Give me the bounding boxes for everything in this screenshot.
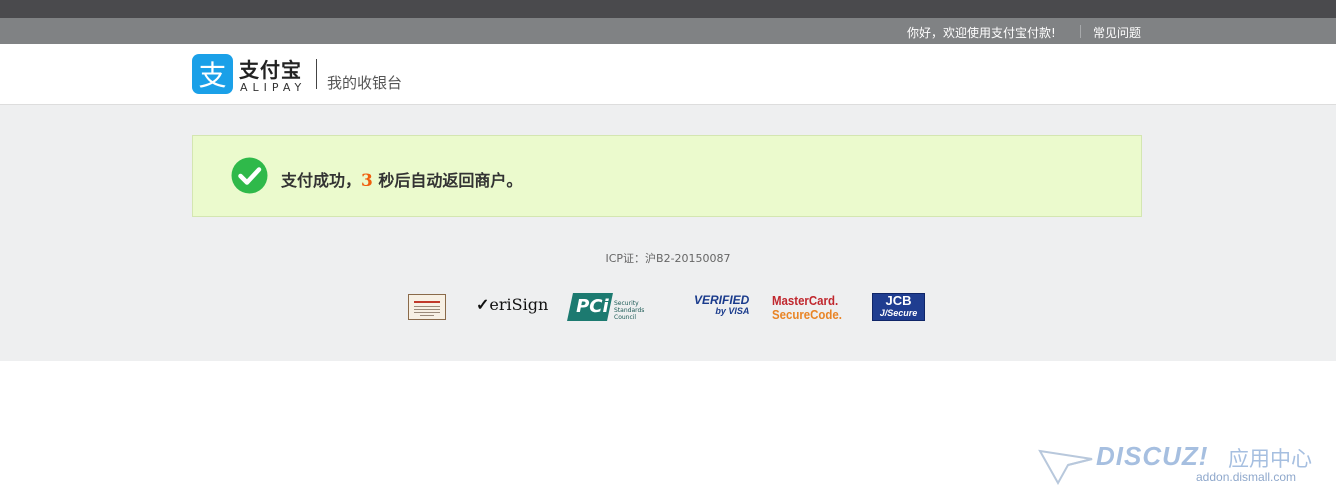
main-content: 支付成功，3 秒后自动返回商户。 ICP证：沪B2-20150087 ✓eriS… [0,105,1336,361]
security-badges: ✓eriSign PCi Security Standards Council … [0,292,1336,324]
svg-text:支: 支 [198,59,226,92]
page-subtitle: 我的收银台 [327,74,403,92]
watermark-brand: DISCUZ! [1096,441,1209,471]
paper-plane-icon [1038,449,1093,485]
countdown-number: 3 [361,171,373,191]
success-message-box: 支付成功，3 秒后自动返回商户。 [192,135,1142,217]
alipay-logo-icon[interactable]: 支 [192,54,233,94]
topbar-divider [1080,25,1081,38]
top-dark-strip [0,0,1336,18]
success-message: 支付成功，3 秒后自动返回商户。 [281,167,522,191]
alipay-logo-text: 支付宝 [239,58,302,82]
success-prefix: 支付成功， [281,171,362,190]
faq-link[interactable]: 常见问题 [1093,24,1141,41]
certificate-badge-icon [408,294,446,320]
alipay-logo-subtext: ALIPAY [240,81,307,94]
logo-divider [316,59,317,89]
watermark-cn: 应用中心 [1228,447,1312,471]
discuz-watermark: DISCUZ! 应用中心 addon.dismall.com [1038,441,1328,501]
greeting-text: 你好，欢迎使用支付宝付款! [907,26,1056,40]
verified-by-visa-badge: VERIFIED by VISA [694,293,750,316]
header: 支 支付宝 ALIPAY 我的收银台 [0,44,1336,105]
jcb-jsecure-badge: JCB J/Secure [872,293,925,321]
icp-license: ICP证：沪B2-20150087 [605,252,731,265]
watermark-url: addon.dismall.com [1196,470,1297,484]
success-suffix: 秒后自动返回商户。 [372,171,523,190]
top-nav-bar: 你好，欢迎使用支付宝付款! 常见问题 [0,18,1336,44]
verisign-badge: ✓eriSign [476,295,549,314]
success-check-icon [231,157,268,194]
mastercard-securecode-badge: MasterCard. SecureCode. [772,293,842,322]
pci-badge: PCi Security Standards Council [567,293,666,325]
verisign-check-icon: ✓ [476,295,490,314]
